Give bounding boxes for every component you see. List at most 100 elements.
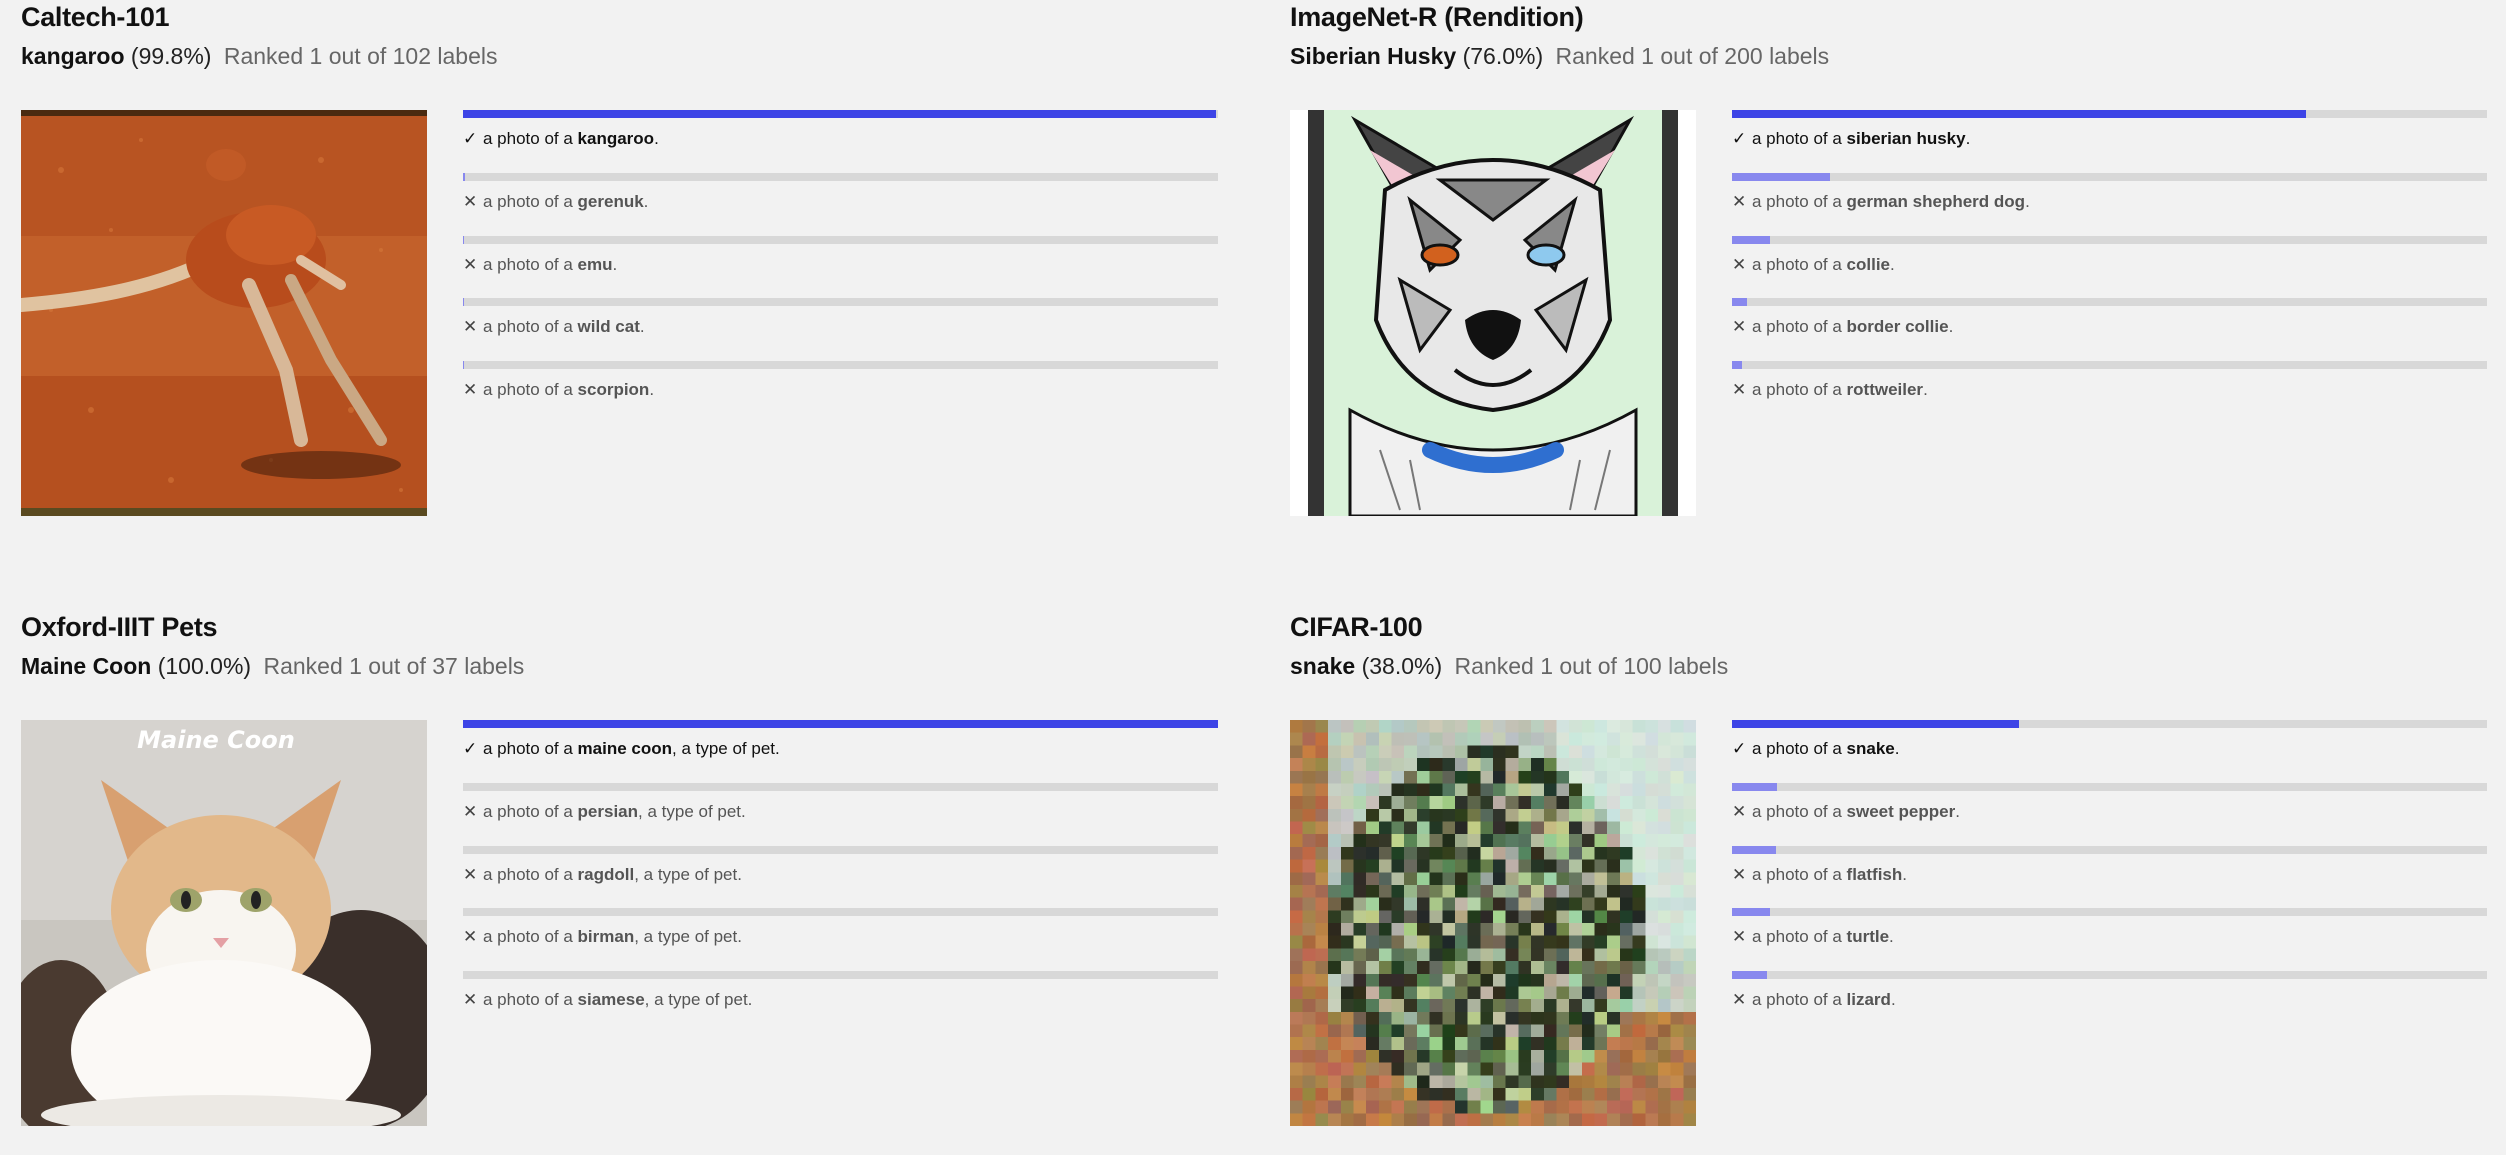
score-fill: [1732, 971, 1768, 979]
label-text: ✓ a photo of a snake.: [1732, 737, 1899, 761]
label-row: ✕ a photo of a lizard.: [1732, 971, 2487, 1021]
label-text: ✕ a photo of a scorpion.: [463, 378, 654, 402]
score-track: [1732, 908, 2487, 916]
label-row: ✓ a photo of a kangaroo.: [463, 110, 1218, 160]
x-icon: ✕: [1732, 927, 1747, 946]
panel-caltech-101: Caltech-101 kangaroo (99.8%) Ranked 1 ou…: [21, 0, 1271, 545]
label-row: ✕ a photo of a turtle.: [1732, 908, 2487, 958]
x-icon: ✕: [1732, 802, 1747, 821]
score-track: [1732, 298, 2487, 306]
label-text: ✕ a photo of a flatfish.: [1732, 863, 1907, 887]
x-icon: ✕: [463, 192, 478, 211]
label-text: ✕ a photo of a german shepherd dog.: [1732, 190, 2030, 214]
label-text: ✕ a photo of a rottweiler.: [1732, 378, 1928, 402]
prediction-summary: snake (38.0%) Ranked 1 out of 100 labels: [1290, 651, 1728, 681]
x-icon: ✕: [463, 927, 478, 946]
score-fill: [1732, 783, 1778, 791]
check-icon: ✓: [1732, 739, 1747, 758]
score-fill: [463, 236, 464, 244]
score-track: [1732, 236, 2487, 244]
sample-image-pixelated-snake: [1290, 720, 1696, 1126]
rank-text: Ranked 1 out of 102 labels: [223, 43, 498, 69]
x-icon: ✕: [463, 802, 478, 821]
prediction-summary: kangaroo (99.8%) Ranked 1 out of 102 lab…: [21, 41, 498, 71]
score-track: [1732, 720, 2487, 728]
label-row: ✕ a photo of a collie.: [1732, 236, 2487, 286]
sample-image-husky-drawing: [1290, 110, 1696, 516]
prediction-summary: Siberian Husky (76.0%) Ranked 1 out of 2…: [1290, 41, 1829, 71]
label-text: ✕ a photo of a ragdoll, a type of pet.: [463, 863, 742, 887]
confidence: (100.0%): [157, 653, 252, 679]
check-icon: ✓: [463, 129, 478, 148]
score-fill: [1732, 110, 2306, 118]
predicted-label: kangaroo: [21, 43, 125, 69]
check-icon: ✓: [463, 739, 478, 758]
label-row: ✕ a photo of a sweet pepper.: [1732, 783, 2487, 833]
score-fill: [1732, 298, 1748, 306]
dataset-title: ImageNet-R (Rendition): [1290, 2, 1584, 32]
score-track: [463, 173, 1218, 181]
x-icon: ✕: [1732, 990, 1747, 1009]
label-row: ✓ a photo of a snake.: [1732, 720, 2487, 770]
score-track: [463, 720, 1218, 728]
score-fill: [1732, 720, 2019, 728]
label-text: ✕ a photo of a birman, a type of pet.: [463, 925, 742, 949]
x-icon: ✕: [463, 317, 478, 336]
predicted-label: snake: [1290, 653, 1356, 679]
label-row: ✕ a photo of a flatfish.: [1732, 846, 2487, 896]
score-fill: [463, 298, 464, 306]
score-track: [1732, 846, 2487, 854]
panel-cifar-100: CIFAR-100 snake (38.0%) Ranked 1 out of …: [1290, 610, 2506, 1155]
dataset-title: Caltech-101: [21, 2, 170, 32]
x-icon: ✕: [1732, 380, 1747, 399]
label-row: ✓ a photo of a maine coon, a type of pet.: [463, 720, 1218, 770]
x-icon: ✕: [1732, 255, 1747, 274]
label-text: ✓ a photo of a kangaroo.: [463, 127, 659, 151]
label-row: ✕ a photo of a wild cat.: [463, 298, 1218, 348]
score-fill: [463, 173, 465, 181]
panel-oxford-pets: Oxford-IIIT Pets Maine Coon (100.0%) Ran…: [21, 610, 1271, 1155]
score-track: [1732, 361, 2487, 369]
score-fill: [1732, 846, 1776, 854]
score-track: [1732, 173, 2487, 181]
label-text: ✕ a photo of a persian, a type of pet.: [463, 800, 746, 824]
sample-image-kangaroo: [21, 110, 427, 516]
label-text: ✕ a photo of a turtle.: [1732, 925, 1894, 949]
confidence: (76.0%): [1462, 43, 1544, 69]
score-track: [1732, 110, 2487, 118]
image-caption: Maine Coon: [137, 726, 295, 754]
label-text: ✕ a photo of a gerenuk.: [463, 190, 648, 214]
x-icon: ✕: [463, 255, 478, 274]
check-icon: ✓: [1732, 129, 1747, 148]
score-track: [463, 361, 1218, 369]
label-row: ✕ a photo of a border collie.: [1732, 298, 2487, 348]
label-row: ✕ a photo of a emu.: [463, 236, 1218, 286]
score-track: [463, 846, 1218, 854]
label-text: ✕ a photo of a wild cat.: [463, 315, 645, 339]
label-row: ✕ a photo of a german shepherd dog.: [1732, 173, 2487, 223]
label-row: ✕ a photo of a rottweiler.: [1732, 361, 2487, 411]
score-fill: [463, 110, 1217, 118]
label-row: ✕ a photo of a persian, a type of pet.: [463, 783, 1218, 833]
label-row: ✕ a photo of a siamese, a type of pet.: [463, 971, 1218, 1021]
label-row: ✕ a photo of a scorpion.: [463, 361, 1218, 411]
score-track: [463, 908, 1218, 916]
score-track: [463, 298, 1218, 306]
x-icon: ✕: [1732, 865, 1747, 884]
label-text: ✕ a photo of a sweet pepper.: [1732, 800, 1960, 824]
score-fill: [463, 361, 464, 369]
predicted-label: Maine Coon: [21, 653, 152, 679]
rank-text: Ranked 1 out of 37 labels: [263, 653, 525, 679]
label-text: ✕ a photo of a border collie.: [1732, 315, 1953, 339]
rank-text: Ranked 1 out of 200 labels: [1555, 43, 1830, 69]
panel-imagenet-r: ImageNet-R (Rendition) Siberian Husky (7…: [1290, 0, 2506, 545]
label-text: ✕ a photo of a collie.: [1732, 253, 1895, 277]
confidence: (99.8%): [130, 43, 212, 69]
score-track: [463, 236, 1218, 244]
label-text: ✕ a photo of a siamese, a type of pet.: [463, 988, 752, 1012]
label-row: ✕ a photo of a gerenuk.: [463, 173, 1218, 223]
label-row: ✕ a photo of a birman, a type of pet.: [463, 908, 1218, 958]
label-text: ✓ a photo of a siberian husky.: [1732, 127, 1970, 151]
score-fill: [1732, 908, 1770, 916]
score-track: [1732, 971, 2487, 979]
